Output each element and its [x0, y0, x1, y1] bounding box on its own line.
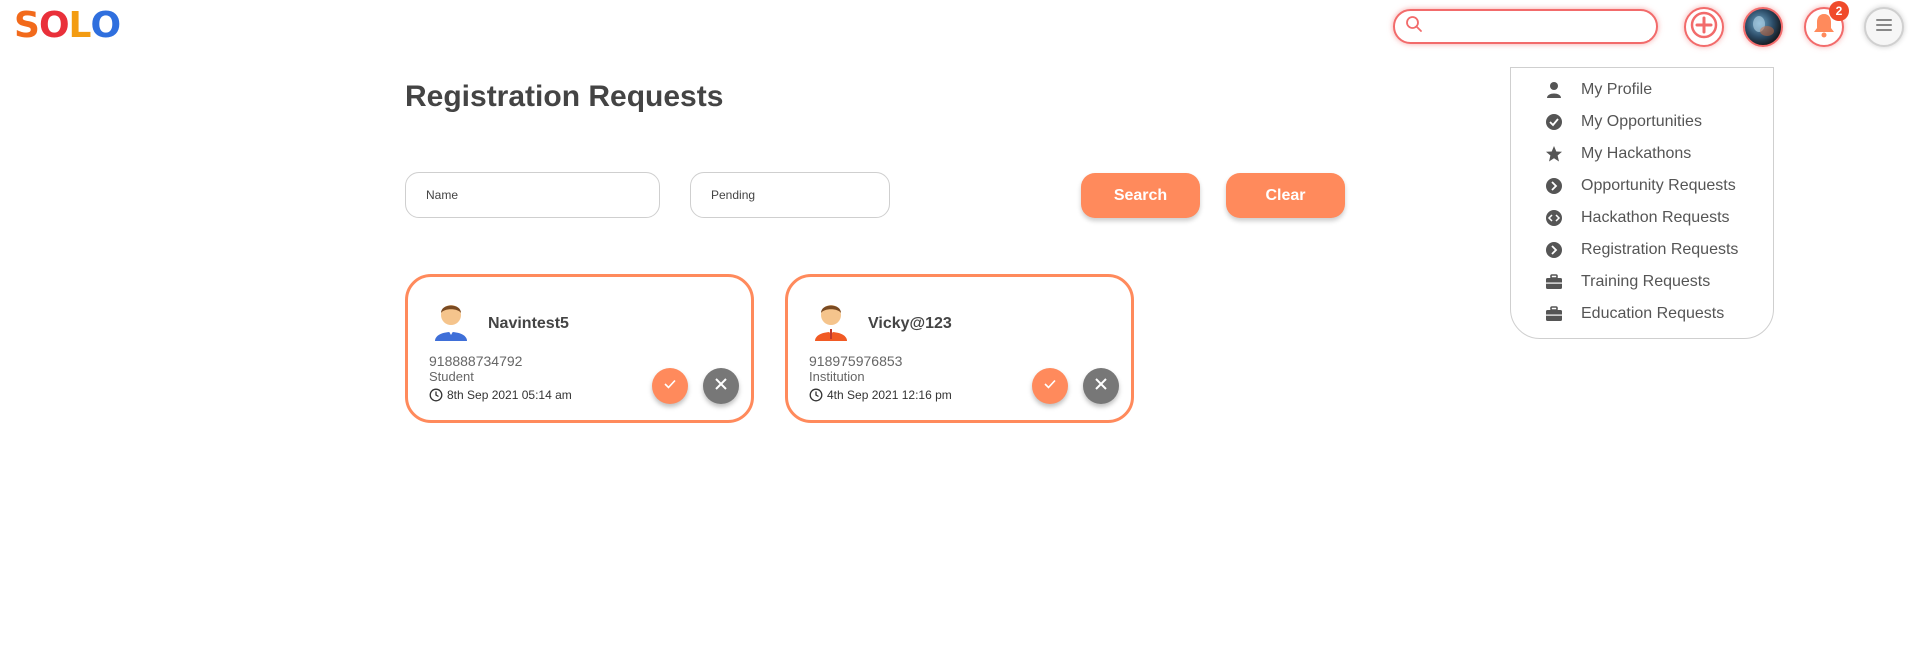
- chevron-circle-icon: [1543, 239, 1565, 261]
- requester-name: Vicky@123: [868, 315, 952, 332]
- briefcase-icon: [1543, 303, 1565, 325]
- chevron-circle-icon: [1543, 175, 1565, 197]
- menu-item-training-requests[interactable]: Training Requests: [1511, 266, 1773, 298]
- add-button[interactable]: [1684, 7, 1724, 47]
- page: S O L O 2 My Profile My Opportunities My…: [0, 0, 1917, 665]
- status-filter-value: Pending: [711, 188, 756, 202]
- code-circle-icon: [1543, 207, 1565, 229]
- search-icon: [1405, 15, 1423, 38]
- clock-icon: [809, 388, 823, 402]
- user-avatar[interactable]: [1743, 7, 1783, 47]
- logo-letter-o: O: [38, 5, 70, 46]
- student-avatar-icon: [432, 297, 470, 341]
- request-timestamp-text: 8th Sep 2021 05:14 am: [447, 388, 572, 402]
- requester-phone: 918975976853: [809, 353, 903, 369]
- requester-role: Student: [429, 369, 474, 384]
- clock-icon: [429, 388, 443, 402]
- menu-item-my-hackathons[interactable]: My Hackathons: [1511, 138, 1773, 170]
- check-icon: [1042, 376, 1058, 397]
- request-card: Navintest5 918888734792 Student 8th Sep …: [405, 274, 754, 423]
- requester-role: Institution: [809, 369, 865, 384]
- logo-letter-o-2: O: [90, 5, 122, 46]
- solo-logo[interactable]: S O L O: [14, 5, 122, 46]
- reject-button[interactable]: [1083, 368, 1119, 404]
- star-icon: [1543, 143, 1565, 165]
- name-filter-input[interactable]: [426, 188, 636, 202]
- requester-phone: 918888734792: [429, 353, 523, 369]
- logo-letter-l: L: [68, 5, 92, 46]
- menu-button[interactable]: [1864, 7, 1904, 47]
- menu-item-opportunity-requests[interactable]: Opportunity Requests: [1511, 170, 1773, 202]
- request-card: Vicky@123 918975976853 Institution 4th S…: [785, 274, 1134, 423]
- avatar-image: [1753, 16, 1774, 36]
- status-filter-select[interactable]: Pending: [690, 172, 890, 218]
- header-search-input[interactable]: [1429, 13, 1649, 40]
- menu-item-label: Training Requests: [1581, 273, 1711, 290]
- requester-name: Navintest5: [488, 315, 569, 332]
- name-filter-field: [405, 172, 660, 218]
- briefcase-icon: [1543, 271, 1565, 293]
- menu-item-label: My Hackathons: [1581, 145, 1692, 162]
- menu-item-label: Education Requests: [1581, 305, 1725, 322]
- logo-letter-s: S: [14, 5, 40, 46]
- request-timestamp-text: 4th Sep 2021 12:16 pm: [827, 388, 952, 402]
- menu-item-education-requests[interactable]: Education Requests: [1511, 298, 1773, 330]
- request-timestamp: 8th Sep 2021 05:14 am: [429, 388, 572, 402]
- approve-button[interactable]: [652, 368, 688, 404]
- reject-button[interactable]: [703, 368, 739, 404]
- menu-item-label: My Opportunities: [1581, 113, 1702, 130]
- menu-item-hackathon-requests[interactable]: Hackathon Requests: [1511, 202, 1773, 234]
- approve-button[interactable]: [1032, 368, 1068, 404]
- user-dropdown-menu: My Profile My Opportunities My Hackathon…: [1510, 67, 1774, 339]
- check-circle-icon: [1543, 111, 1565, 133]
- menu-item-label: My Profile: [1581, 81, 1653, 98]
- check-icon: [662, 376, 678, 397]
- menu-item-registration-requests[interactable]: Registration Requests: [1511, 234, 1773, 266]
- search-button[interactable]: Search: [1081, 173, 1200, 218]
- request-timestamp: 4th Sep 2021 12:16 pm: [809, 388, 952, 402]
- menu-item-label: Hackathon Requests: [1581, 209, 1730, 226]
- menu-item-label: Registration Requests: [1581, 241, 1739, 258]
- close-icon: [713, 376, 729, 397]
- notification-count-badge: 2: [1829, 1, 1849, 21]
- hamburger-menu-icon: [1873, 14, 1895, 41]
- page-title: Registration Requests: [405, 80, 724, 113]
- header-search: [1393, 9, 1658, 44]
- plus-circle-icon: [1690, 11, 1718, 44]
- user-icon: [1543, 79, 1565, 101]
- clear-button[interactable]: Clear: [1226, 173, 1345, 218]
- menu-item-label: Opportunity Requests: [1581, 177, 1736, 194]
- close-icon: [1093, 376, 1109, 397]
- menu-item-my-profile[interactable]: My Profile: [1511, 74, 1773, 106]
- institution-avatar-icon: [812, 297, 850, 341]
- menu-item-my-opportunities[interactable]: My Opportunities: [1511, 106, 1773, 138]
